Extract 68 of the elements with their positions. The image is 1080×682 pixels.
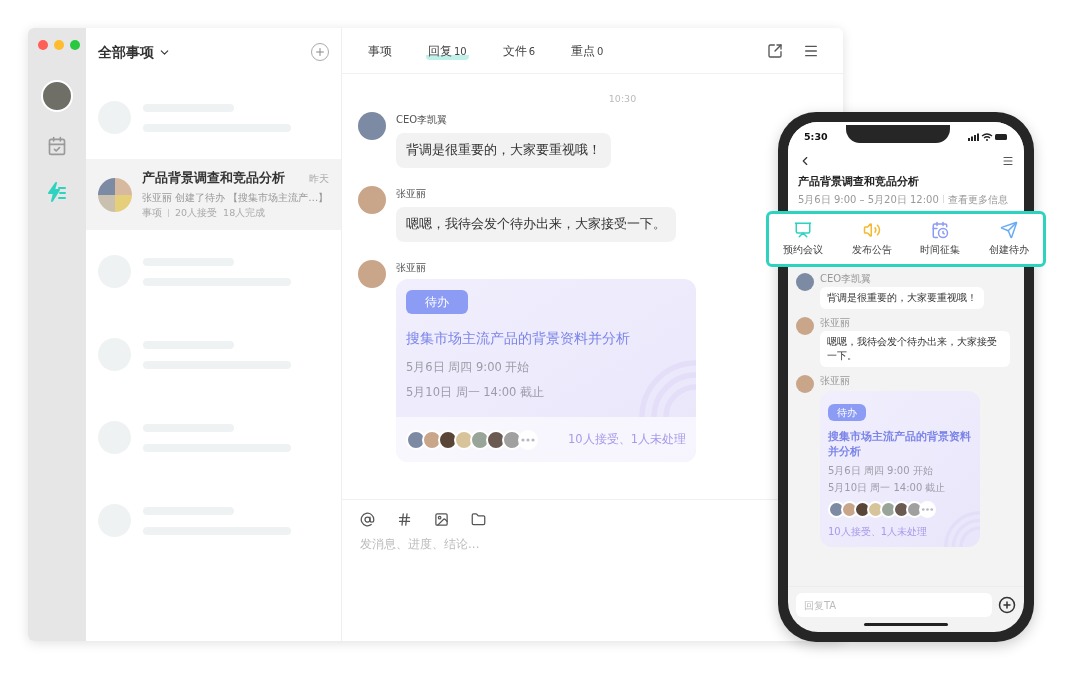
task-title: 搜集市场主流产品的背景资料并分析 bbox=[406, 328, 631, 348]
avatar bbox=[796, 316, 814, 335]
chat-time: 10:30 bbox=[608, 92, 637, 106]
thread-meta: 18人完成 bbox=[223, 205, 266, 220]
status-time: 5:30 bbox=[804, 129, 828, 144]
reply-input[interactable]: 回复TA bbox=[796, 593, 992, 617]
tab[interactable]: 事项 bbox=[366, 41, 394, 60]
action-button[interactable]: 时间征集 bbox=[909, 220, 972, 257]
speaker-icon bbox=[862, 220, 881, 239]
message-bubble: 嗯嗯，我待会发个待办出来，大家接受一下。 bbox=[396, 207, 676, 242]
avatar bbox=[470, 429, 490, 450]
presentation-icon bbox=[794, 220, 813, 239]
avatar bbox=[358, 186, 386, 214]
message-bubble: 背调是很重要的，大家要重视哦！ bbox=[820, 286, 984, 309]
thread-meta: 事项 bbox=[142, 205, 162, 220]
thread-time: 昨天 bbox=[309, 171, 329, 186]
sender-name: CEO李凯翼 bbox=[396, 113, 449, 128]
tab[interactable]: 文件 6 bbox=[500, 41, 538, 60]
avatar bbox=[438, 429, 458, 450]
thread-meta: 20人接受 bbox=[175, 205, 218, 220]
tab[interactable]: 重点 0 bbox=[569, 41, 606, 60]
add-icon[interactable] bbox=[998, 596, 1016, 614]
plus-icon bbox=[314, 46, 326, 58]
avatar bbox=[454, 429, 474, 450]
avatar bbox=[796, 374, 814, 393]
group-avatar bbox=[98, 177, 132, 212]
avatar bbox=[486, 429, 506, 450]
task-title: 搜集市场主流产品的背景资料并分析 bbox=[828, 428, 972, 459]
date-range: 5月6日 9:00 – 5月20日 12:00 bbox=[798, 192, 939, 206]
message-bubble: 嗯嗯，我待会发个待办出来，大家接受一下。 bbox=[820, 330, 1010, 367]
thread-item[interactable]: 产品背景调查和竞品分析 昨天 张亚丽 创建了待办 【搜集市场主流产…】 事项 20人接受 18人完成 bbox=[86, 159, 341, 230]
sender-name: 张亚丽 bbox=[820, 316, 851, 329]
user-avatar[interactable] bbox=[41, 80, 73, 112]
todo-tag: 待办 bbox=[406, 289, 468, 314]
mention-icon[interactable] bbox=[360, 512, 375, 527]
sender-name: 张亚丽 bbox=[396, 187, 427, 201]
action-button[interactable]: 预约会议 bbox=[772, 220, 835, 257]
calendar-clock-icon bbox=[931, 220, 950, 239]
action-button[interactable]: 创建待办 bbox=[977, 220, 1040, 257]
phone-title: 产品背景调查和竞品分析 bbox=[798, 174, 920, 190]
action-button[interactable]: 发布公告 bbox=[840, 220, 903, 257]
task-status: 10人接受、1人未处理 bbox=[568, 431, 686, 449]
message-input[interactable]: 发消息、进度、结论... bbox=[360, 535, 740, 553]
folder-icon[interactable] bbox=[471, 512, 486, 527]
task-start: 5月6日 周四 9:00 开始 bbox=[828, 463, 934, 478]
menu-icon[interactable] bbox=[1002, 155, 1014, 167]
avatar bbox=[422, 429, 442, 450]
avatar bbox=[796, 272, 814, 291]
thread-title: 产品背景调查和竞品分析 bbox=[142, 169, 285, 187]
task-start: 5月6日 周四 9:00 开始 bbox=[406, 358, 531, 376]
sender-name: 张亚丽 bbox=[396, 260, 427, 275]
share-icon[interactable] bbox=[767, 42, 783, 59]
image-icon[interactable] bbox=[434, 512, 449, 527]
task-end: 5月10日 周一 14:00 截止 bbox=[406, 384, 546, 401]
rings-drawing bbox=[636, 357, 696, 418]
filter-dropdown[interactable]: 全部事项 bbox=[98, 41, 171, 63]
sender-name: CEO李凯翼 bbox=[820, 272, 873, 285]
avatar bbox=[358, 259, 386, 288]
sender-name: 张亚丽 bbox=[820, 374, 851, 387]
avatar bbox=[406, 429, 426, 450]
avatar bbox=[358, 112, 386, 141]
thread-preview: 张亚丽 创建了待办 【搜集市场主流产…】 bbox=[142, 190, 329, 205]
hash-icon[interactable] bbox=[397, 512, 412, 527]
status-icons bbox=[968, 133, 1008, 141]
paper-plane-icon bbox=[999, 220, 1018, 239]
message-bubble: 背调是很重要的，大家要重视哦！ bbox=[396, 133, 611, 168]
todo-tag: 待办 bbox=[828, 403, 866, 421]
task-status: 10人接受、1人未处理 bbox=[828, 524, 929, 539]
